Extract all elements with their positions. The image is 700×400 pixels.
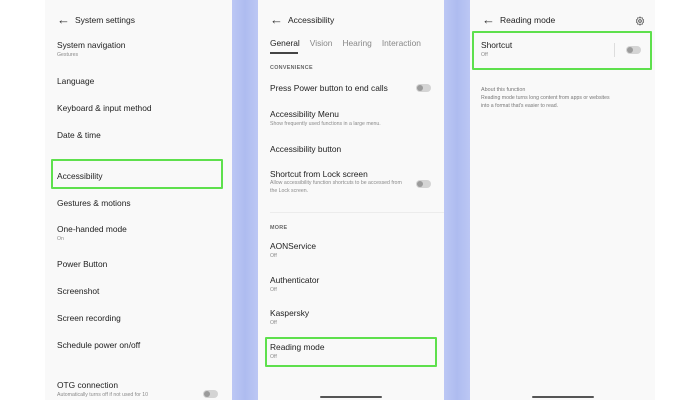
shortcut-lock-screen-toggle[interactable] bbox=[416, 180, 431, 188]
setting-value: Off bbox=[270, 354, 277, 360]
tab-hearing[interactable]: Hearing bbox=[342, 38, 371, 48]
navigation-bar-handle[interactable] bbox=[320, 396, 382, 398]
setting-label: Screen recording bbox=[57, 313, 121, 323]
gear-icon[interactable] bbox=[635, 13, 645, 31]
setting-label: Language bbox=[57, 76, 95, 86]
setting-reading-mode[interactable]: Reading mode Off bbox=[270, 342, 434, 361]
setting-description: Show frequently used functions in a larg… bbox=[270, 121, 381, 127]
setting-label: Kaspersky bbox=[270, 308, 310, 318]
setting-aonservice[interactable]: AONService Off bbox=[270, 241, 434, 260]
setting-label: Power Button bbox=[57, 259, 108, 269]
active-tab-indicator bbox=[270, 52, 298, 54]
setting-label: Accessibility button bbox=[270, 144, 342, 154]
setting-label: Screenshot bbox=[57, 286, 100, 296]
setting-label: One-handed mode bbox=[57, 224, 127, 234]
setting-screen-recording[interactable]: Screen recording bbox=[57, 313, 222, 324]
setting-shortcut[interactable]: Shortcut Off bbox=[481, 40, 645, 59]
setting-label: Press Power button to end calls bbox=[270, 83, 388, 93]
arrow-left-icon[interactable]: ← bbox=[57, 13, 75, 27]
setting-value: Gestures bbox=[57, 52, 79, 58]
setting-accessibility[interactable]: Accessibility bbox=[57, 171, 222, 182]
divider bbox=[270, 212, 444, 213]
setting-date-time[interactable]: Date & time bbox=[57, 130, 222, 141]
setting-label: Gestures & motions bbox=[57, 198, 131, 208]
setting-label: Keyboard & input method bbox=[57, 103, 152, 113]
divider bbox=[614, 43, 615, 57]
setting-value: Off bbox=[270, 320, 277, 326]
setting-label: AONService bbox=[270, 241, 317, 251]
screen-title: Accessibility bbox=[288, 15, 335, 25]
setting-accessibility-menu[interactable]: Accessibility Menu Show frequently used … bbox=[270, 109, 434, 128]
setting-value: Off bbox=[481, 52, 488, 58]
panel-separator bbox=[444, 0, 470, 400]
tab-interaction[interactable]: Interaction bbox=[382, 38, 421, 48]
setting-language[interactable]: Language bbox=[57, 76, 222, 87]
power-end-calls-toggle[interactable] bbox=[416, 84, 431, 92]
screen-title: System settings bbox=[75, 15, 135, 25]
screen-title: Reading mode bbox=[500, 15, 556, 25]
arrow-left-icon[interactable]: ← bbox=[482, 13, 500, 27]
reading-mode-screen: ← Reading mode Shortcut Off About this f… bbox=[470, 0, 655, 400]
tab-bar: General Vision Hearing Interaction bbox=[270, 38, 440, 48]
tab-vision[interactable]: Vision bbox=[310, 38, 333, 48]
setting-description: Allow accessibility function shortcuts t… bbox=[270, 180, 402, 194]
left-margin bbox=[0, 0, 50, 400]
navigation-bar-handle[interactable] bbox=[532, 396, 594, 398]
setting-screenshot[interactable]: Screenshot bbox=[57, 286, 222, 297]
screen-header: ← Reading mode bbox=[482, 12, 645, 28]
setting-otg-connection[interactable]: OTG connection Automatically turns off i… bbox=[57, 380, 222, 399]
setting-gestures[interactable]: Gestures & motions bbox=[57, 198, 222, 209]
setting-kaspersky[interactable]: Kaspersky Off bbox=[270, 308, 434, 327]
arrow-left-icon[interactable]: ← bbox=[270, 13, 288, 27]
setting-one-handed-mode[interactable]: One-handed mode On bbox=[57, 224, 222, 243]
setting-keyboard[interactable]: Keyboard & input method bbox=[57, 103, 222, 114]
tab-general[interactable]: General bbox=[270, 38, 300, 48]
system-settings-screen: ← System settings System navigation Gest… bbox=[45, 0, 232, 400]
setting-value: Automatically turns off if not used for … bbox=[57, 392, 149, 398]
setting-label: Date & time bbox=[57, 130, 101, 140]
setting-label: Schedule power on/off bbox=[57, 340, 141, 350]
setting-label: Shortcut from Lock screen bbox=[270, 169, 368, 179]
setting-label: Accessibility Menu bbox=[270, 109, 339, 119]
about-title: About this function bbox=[481, 87, 526, 93]
screen-header: ← Accessibility bbox=[270, 12, 434, 28]
shortcut-toggle[interactable] bbox=[626, 46, 641, 54]
otg-toggle[interactable] bbox=[203, 390, 218, 398]
accessibility-screen: ← Accessibility General Vision Hearing I… bbox=[258, 0, 444, 400]
setting-value: On bbox=[57, 236, 64, 242]
setting-shortcut-lock-screen[interactable]: Shortcut from Lock screen Allow accessib… bbox=[270, 169, 404, 195]
setting-label: System navigation bbox=[57, 40, 126, 50]
panel-separator bbox=[232, 0, 258, 400]
setting-schedule-power[interactable]: Schedule power on/off bbox=[57, 340, 222, 351]
setting-power-button[interactable]: Power Button bbox=[57, 259, 222, 270]
section-header: CONVENIENCE bbox=[270, 65, 313, 71]
setting-system-navigation[interactable]: System navigation Gestures bbox=[57, 40, 222, 59]
setting-label: Accessibility bbox=[57, 171, 103, 181]
section-header: MORE bbox=[270, 225, 288, 231]
setting-accessibility-button[interactable]: Accessibility button bbox=[270, 144, 434, 155]
setting-label: Authenticator bbox=[270, 275, 320, 285]
screen-header: ← System settings bbox=[57, 12, 222, 28]
setting-value: Off bbox=[270, 253, 277, 259]
setting-authenticator[interactable]: Authenticator Off bbox=[270, 275, 434, 294]
setting-label: OTG connection bbox=[57, 380, 118, 390]
about-description: Reading mode turns long content from app… bbox=[481, 95, 610, 109]
setting-label: Reading mode bbox=[270, 342, 325, 352]
setting-power-end-calls[interactable]: Press Power button to end calls bbox=[270, 83, 434, 94]
setting-value: Off bbox=[270, 287, 277, 293]
setting-label: Shortcut bbox=[481, 40, 513, 50]
